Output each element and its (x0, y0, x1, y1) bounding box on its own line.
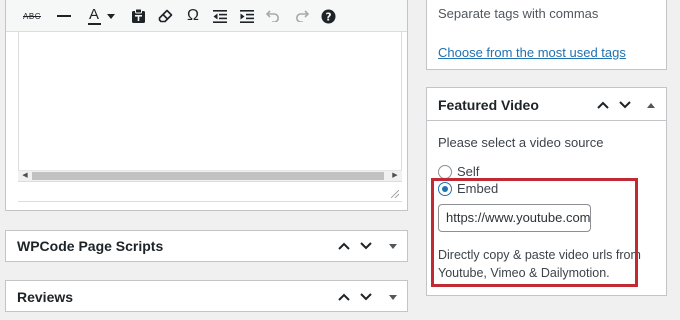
help-icon[interactable]: ? (317, 5, 339, 27)
svg-text:?: ? (325, 11, 331, 23)
radio-embed-label: Embed (457, 181, 499, 196)
text-color-icon[interactable]: A (84, 5, 104, 27)
move-down-icon[interactable] (356, 236, 376, 256)
featured-video-header: Featured Video (427, 88, 666, 121)
featured-video-title: Featured Video (438, 97, 539, 113)
reviews-box-title: Reviews (17, 289, 74, 305)
horizontal-scrollbar[interactable]: ◀ ▶ (18, 170, 402, 181)
tags-box: Separate tags with commas Choose from th… (426, 0, 667, 70)
source-option-embed[interactable]: Embed (438, 181, 498, 196)
most-used-tags-link[interactable]: Choose from the most used tags (438, 45, 626, 60)
reviews-box: Reviews (5, 280, 408, 312)
text-color-dropdown-icon[interactable] (105, 5, 117, 27)
wpcode-page-scripts-box: WPCode Page Scripts (5, 230, 408, 262)
featured-video-box: Featured Video Please select a video sou… (426, 87, 667, 296)
editor-statusbar (18, 181, 402, 201)
radio-self-label: Self (457, 164, 480, 179)
radio-embed[interactable] (438, 181, 452, 196)
move-up-icon[interactable] (593, 95, 613, 115)
strikethrough-icon[interactable]: ABC (21, 5, 43, 27)
scrollbar-thumb[interactable] (32, 172, 384, 180)
scroll-right-icon[interactable]: ▶ (388, 171, 402, 181)
move-down-icon[interactable] (356, 287, 376, 307)
move-down-icon[interactable] (615, 95, 635, 115)
video-url-input[interactable]: https://www.youtube.com (438, 204, 591, 232)
video-source-prompt: Please select a video source (438, 135, 604, 150)
tags-help-text: Separate tags with commas (438, 6, 599, 21)
editor-toolbar: ABC A Ω ? (6, 0, 407, 32)
toggle-panel-icon[interactable] (641, 95, 661, 115)
radio-self[interactable] (438, 164, 452, 179)
horizontal-line-icon[interactable] (53, 5, 75, 27)
outdent-icon[interactable] (209, 5, 231, 27)
toggle-panel-icon[interactable] (383, 236, 403, 256)
wpcode-box-title: WPCode Page Scripts (17, 238, 164, 254)
toggle-panel-icon[interactable] (383, 287, 403, 307)
indent-icon[interactable] (236, 5, 258, 27)
redo-icon[interactable] (290, 5, 312, 27)
source-option-self[interactable]: Self (438, 164, 479, 179)
move-up-icon[interactable] (334, 287, 354, 307)
undo-icon[interactable] (262, 5, 284, 27)
special-character-icon[interactable]: Ω (182, 5, 204, 27)
video-url-help-text: Directly copy & paste video urls from Yo… (438, 248, 641, 280)
move-up-icon[interactable] (334, 236, 354, 256)
resize-handle-icon[interactable] (391, 190, 399, 198)
classic-editor: ABC A Ω ? ◀ ▶ (5, 0, 408, 211)
clear-formatting-icon[interactable] (154, 5, 176, 27)
scroll-left-icon[interactable]: ◀ (18, 171, 32, 181)
paste-as-text-icon[interactable] (127, 5, 149, 27)
